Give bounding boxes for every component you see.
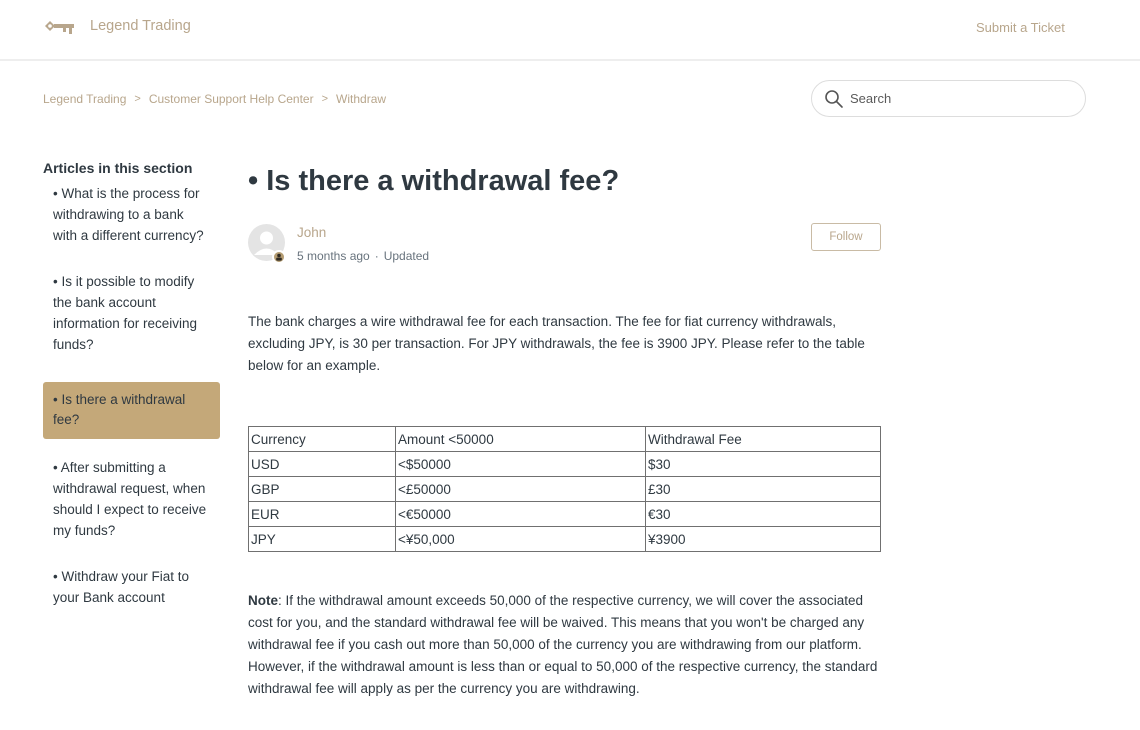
breadcrumb-help-center[interactable]: Customer Support Help Center [149,92,314,106]
sidebar-item-bank-different-currency[interactable]: • What is the process for withdrawing to… [43,184,220,246]
follow-button[interactable]: Follow [811,223,881,251]
article-time: 5 months ago [297,249,370,263]
article-title: • Is there a withdrawal fee? [248,165,620,197]
sidebar-item-receive-funds-timing[interactable]: • After submitting a withdrawal request,… [43,458,220,541]
table-header-cell: Withdrawal Fee [645,426,881,452]
article-intro: The bank charges a wire withdrawal fee f… [248,314,865,373]
withdrawal-fee-table: Currency Amount <50000 Withdrawal Fee US… [248,426,881,552]
breadcrumb-legend-trading[interactable]: Legend Trading [43,92,126,106]
article-status: Updated [383,249,430,263]
breadcrumb: Legend Trading > Customer Support Help C… [43,92,386,106]
table-cell: €30 [645,501,881,527]
table-cell: £30 [645,476,881,502]
sidebar-item-modify-bank-account[interactable]: • Is it possible to modify the bank acco… [43,272,220,355]
search-input[interactable] [850,91,1070,106]
search-box[interactable] [811,80,1086,117]
submit-ticket-link[interactable]: Submit a Ticket [976,20,1065,35]
note-text: : If the withdrawal amount exceeds 50,00… [248,593,878,696]
table-cell: <¥50,000 [395,526,646,552]
key-icon [44,16,76,36]
article-meta: 5 months ago · Updated [297,249,429,263]
article: • Is there a withdrawal fee? John 5 mont… [248,160,881,700]
table-cell: EUR [248,501,396,527]
table-header-cell: Currency [248,426,396,452]
table-header-row: Currency Amount <50000 Withdrawal Fee [248,426,881,452]
author-name[interactable]: John [297,225,326,240]
articles-sidebar: Articles in this section • What is the p… [43,160,220,635]
table-cell: <€50000 [395,501,646,527]
table-cell: $30 [645,451,881,477]
table-cell: ¥3900 [645,526,881,552]
breadcrumb-withdraw[interactable]: Withdraw [336,92,386,106]
table-row: EUR <€50000 €30 [248,501,881,527]
agent-badge-icon [272,250,286,264]
article-note: Note: If the withdrawal amount exceeds 5… [248,590,881,700]
brand-name: Legend Trading [90,18,191,34]
table-row: GBP <£50000 £30 [248,476,881,502]
table-row: JPY <¥50,000 ¥3900 [248,526,881,552]
table-cell: <$50000 [395,451,646,477]
table-cell: GBP [248,476,396,502]
table-header-cell: Amount <50000 [395,426,646,452]
search-icon [824,89,844,109]
sidebar-item-withdraw-fiat[interactable]: • Withdraw your Fiat to your Bank accoun… [43,567,220,609]
table-cell: USD [248,451,396,477]
breadcrumb-separator: > [321,93,329,105]
table-cell: <£50000 [395,476,646,502]
site-header: Legend Trading Submit a Ticket [0,0,1140,61]
article-author: John 5 months ago · Updated Follow [248,222,881,264]
breadcrumb-separator: > [134,93,141,105]
table-row: USD <$50000 $30 [248,451,881,477]
sidebar-item-withdrawal-fee[interactable]: • Is there a withdrawal fee? [43,381,220,440]
note-label: Note [248,593,278,608]
table-cell: JPY [248,526,396,552]
sidebar-title: Articles in this section [43,160,193,176]
meta-separator: · [374,249,379,263]
brand-logo-link[interactable]: Legend Trading [44,16,191,36]
